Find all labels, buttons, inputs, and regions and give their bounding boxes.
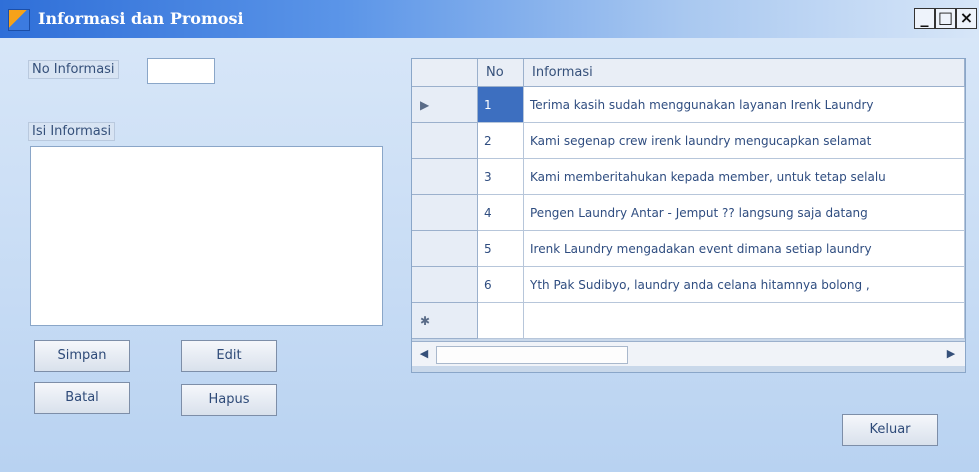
scroll-right-icon[interactable]: ▶: [942, 345, 960, 363]
table-cell-informasi[interactable]: Terima kasih sudah menggunakan layanan I…: [524, 87, 965, 123]
isi-informasi-textarea[interactable]: [30, 146, 383, 326]
close-button[interactable]: ×: [956, 8, 977, 29]
table-cell-no[interactable]: 2: [478, 123, 524, 159]
new-row-header[interactable]: ✱: [412, 303, 478, 339]
row-header[interactable]: [412, 195, 478, 231]
batal-button[interactable]: Batal: [34, 382, 130, 414]
new-row-asterisk-icon: ✱: [420, 314, 431, 328]
column-header-informasi[interactable]: Informasi: [524, 59, 965, 87]
isi-informasi-label: Isi Informasi: [28, 122, 116, 141]
row-header[interactable]: [412, 123, 478, 159]
table-cell-informasi[interactable]: Kami segenap crew irenk laundry mengucap…: [524, 123, 965, 159]
new-row-cell-informasi[interactable]: [524, 303, 965, 339]
maximize-button[interactable]: □: [935, 8, 956, 29]
window-title: Informasi dan Promosi: [38, 9, 244, 28]
row-header[interactable]: ▶: [412, 87, 478, 123]
keluar-button[interactable]: Keluar: [842, 414, 938, 446]
table-cell-no[interactable]: 1: [478, 87, 524, 123]
title-bar[interactable]: Informasi dan Promosi _ □ ×: [0, 0, 979, 38]
table-cell-informasi[interactable]: Irenk Laundry mengadakan event dimana se…: [524, 231, 965, 267]
scrollbar-thumb[interactable]: [436, 346, 628, 364]
informasi-data-grid[interactable]: No Informasi ▶ 1 Terima kasih sudah meng…: [411, 58, 966, 373]
row-header[interactable]: [412, 231, 478, 267]
new-row-cell-no[interactable]: [478, 303, 524, 339]
grid-corner-header: [412, 59, 478, 87]
scroll-left-icon[interactable]: ◀: [415, 345, 433, 363]
minimize-button[interactable]: _: [914, 8, 935, 29]
current-row-indicator-icon: ▶: [420, 98, 430, 112]
table-cell-no[interactable]: 6: [478, 267, 524, 303]
table-cell-no[interactable]: 5: [478, 231, 524, 267]
no-informasi-input[interactable]: [147, 58, 215, 84]
table-cell-informasi[interactable]: Kami memberitahukan kepada member, untuk…: [524, 159, 965, 195]
app-icon: [8, 9, 30, 31]
horizontal-scrollbar[interactable]: ◀ ▶: [412, 341, 965, 366]
table-cell-no[interactable]: 3: [478, 159, 524, 195]
table-cell-informasi[interactable]: Yth Pak Sudibyo, laundry anda celana hit…: [524, 267, 965, 303]
edit-button[interactable]: Edit: [181, 340, 277, 372]
table-cell-informasi[interactable]: Pengen Laundry Antar - Jemput ?? langsun…: [524, 195, 965, 231]
app-window: Informasi dan Promosi _ □ × No Informasi…: [0, 0, 979, 472]
table-cell-no[interactable]: 4: [478, 195, 524, 231]
hapus-button[interactable]: Hapus: [181, 384, 277, 416]
column-header-no[interactable]: No: [478, 59, 524, 87]
no-informasi-label: No Informasi: [28, 60, 119, 79]
row-header[interactable]: [412, 159, 478, 195]
simpan-button[interactable]: Simpan: [34, 340, 130, 372]
row-header[interactable]: [412, 267, 478, 303]
